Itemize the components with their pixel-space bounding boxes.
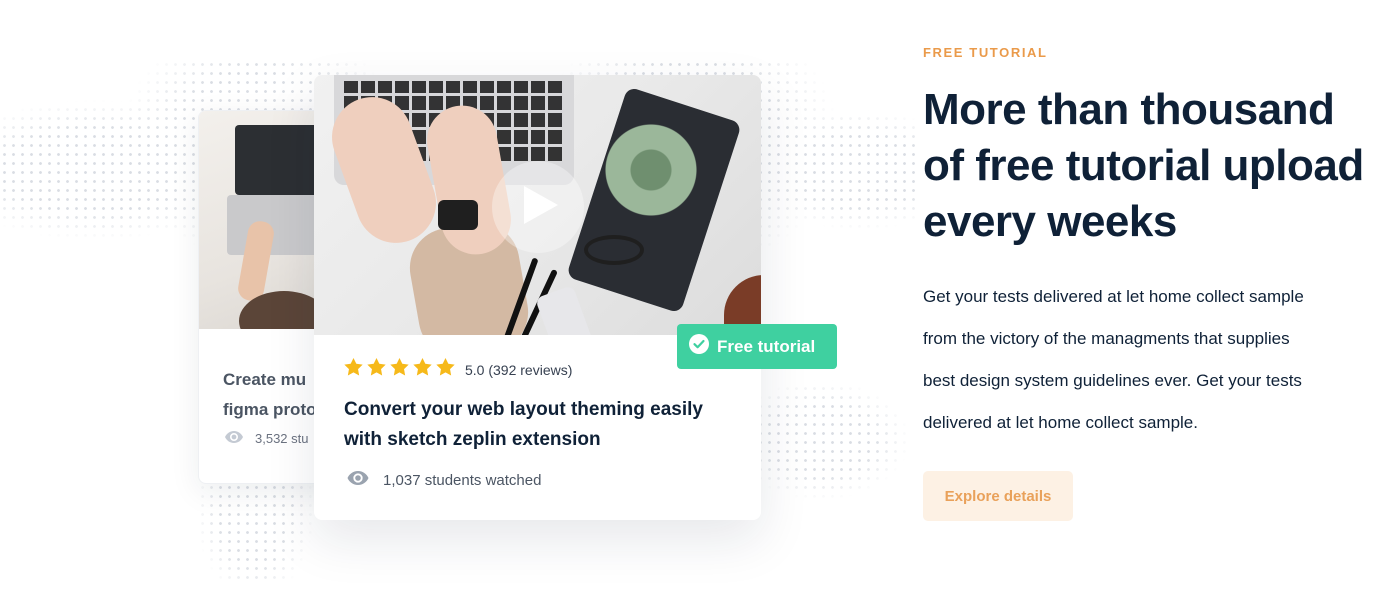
eye-icon [347,471,369,489]
students-count: 1,037 students watched [383,471,542,489]
play-icon [518,185,558,229]
star-icon [413,358,432,381]
star-icon [390,358,409,381]
rating-score: 5.0 (392 reviews) [465,361,573,378]
badge-label: Free tutorial [717,336,816,356]
section-description: Get your tests delivered at let home col… [923,287,1304,432]
tutorial-card-featured[interactable]: Free tutorial 5.0 (392 reviews) Convert … [314,75,837,520]
rating: 5.0 (392 reviews) [344,358,737,381]
tutorial-title[interactable]: Convert your web layout theming easily w… [344,395,737,455]
star-icon [436,358,455,381]
section-eyebrow: FREE TUTORIAL [923,45,1048,60]
play-button[interactable] [492,161,584,253]
students-count: 3,532 stu [255,431,309,446]
section-heading: More than thousand of free tutorial uplo… [923,85,1364,246]
explore-details-button[interactable]: Explore details [923,471,1073,521]
eye-icon [225,431,243,446]
students-watched: 3,532 stu [225,431,309,446]
check-circle-icon [689,334,709,359]
students-watched: 1,037 students watched [344,471,737,489]
star-icon [344,358,363,381]
star-icon [367,358,386,381]
tutorial-thumbnail [314,75,761,335]
